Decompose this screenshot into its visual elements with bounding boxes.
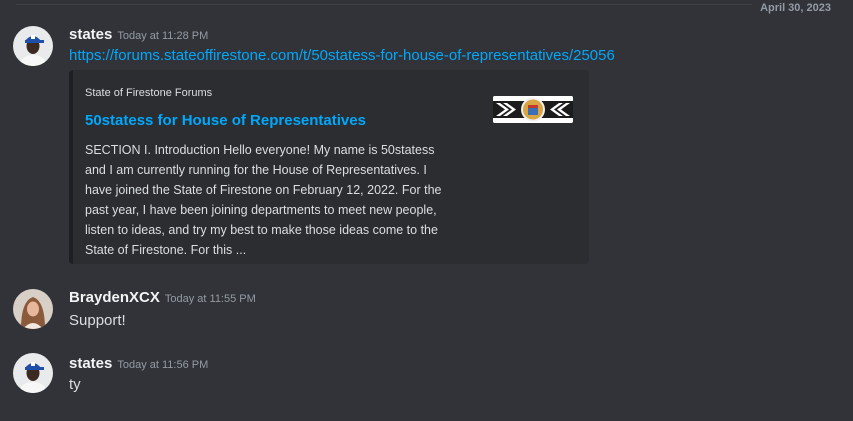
avatar-image — [13, 289, 53, 329]
avatar[interactable] — [13, 289, 53, 329]
username[interactable]: states — [69, 26, 112, 43]
embed-description: SECTION I. Introduction Hello everyone! … — [85, 140, 470, 260]
timestamp: Today at 11:28 PM — [117, 30, 209, 42]
message-header: states Today at 11:56 PM — [69, 355, 208, 373]
embed-description-line: listen to ideas, and try my best to make… — [85, 223, 438, 237]
embed-description-line: past year, I have been joining departmen… — [85, 203, 437, 217]
avatar[interactable] — [13, 26, 53, 66]
message-header: BraydenXCX Today at 11:55 PM — [69, 289, 256, 307]
username[interactable]: BraydenXCX — [69, 289, 160, 306]
embed-description-line: SECTION I. Introduction Hello everyone! … — [85, 143, 435, 157]
message-content: https://forums.stateoffirestone.com/t/50… — [69, 47, 615, 64]
message-header: states Today at 11:28 PM — [69, 26, 208, 44]
embed-title[interactable]: 50statess for House of Representatives — [85, 112, 366, 129]
message-content: Support! — [69, 312, 126, 329]
timestamp: Today at 11:55 PM — [164, 293, 256, 305]
timestamp: Today at 11:56 PM — [117, 359, 209, 371]
embed-description-line: have joined the State of Firestone on Fe… — [85, 183, 442, 197]
avatar-image — [13, 26, 53, 66]
embed-description-line: and I am currently running for the House… — [85, 163, 427, 177]
link-embed: State of Firestone Forums 50statess for … — [69, 70, 589, 264]
date-divider: April 30, 2023 — [16, 2, 853, 14]
avatar-image — [13, 353, 53, 393]
divider-date: April 30, 2023 — [752, 2, 853, 14]
embed-description-line: State of Firestone. For this ... — [85, 243, 247, 257]
avatar[interactable] — [13, 353, 53, 393]
embed-provider: State of Firestone Forums — [85, 87, 213, 99]
message-content: ty — [69, 376, 81, 393]
forum-link[interactable]: https://forums.stateoffirestone.com/t/50… — [69, 47, 615, 64]
embed-thumbnail[interactable] — [493, 96, 573, 123]
state-seal-banner-icon — [493, 96, 573, 123]
username[interactable]: states — [69, 355, 112, 372]
